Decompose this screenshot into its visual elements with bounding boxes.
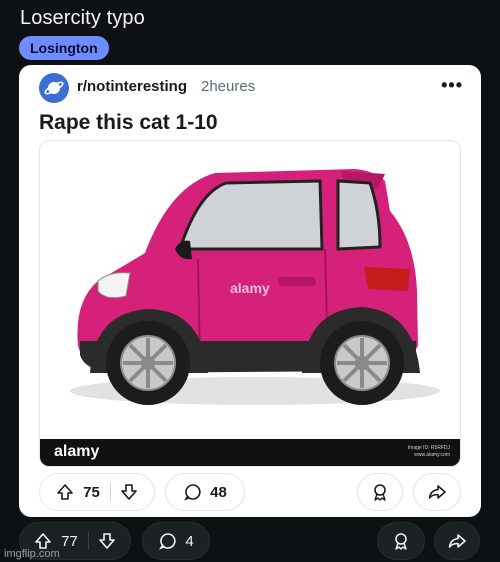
outer-vote-count: 77	[61, 532, 78, 550]
front-wheel	[106, 321, 190, 405]
center-watermark: alamy	[230, 280, 270, 296]
outer-share-icon	[447, 531, 467, 551]
rear-wheel	[320, 321, 404, 405]
post-time: 2heures	[201, 78, 256, 95]
outer-award-button[interactable]	[377, 522, 425, 560]
image-id-text: Image ID: R5RFDJ www.alamy.com	[408, 445, 450, 459]
planet-icon	[44, 81, 64, 95]
share-icon	[427, 482, 447, 502]
outer-comment-count: 4	[185, 532, 194, 550]
vote-divider	[109, 483, 111, 501]
subreddit-avatar[interactable]	[39, 73, 69, 103]
outer-downvote-icon[interactable]	[97, 531, 117, 551]
vote-group: 75	[39, 473, 155, 511]
outer-share-button[interactable]	[434, 522, 480, 560]
outer-comment-icon	[158, 531, 178, 551]
award-button[interactable]	[357, 473, 403, 511]
award-icon	[370, 482, 390, 502]
image-id: Image ID: R5RFDJ	[407, 445, 450, 451]
stock-logo: alamy	[54, 443, 100, 460]
outer-comments-button[interactable]: 4	[142, 522, 210, 560]
upvote-icon[interactable]	[55, 482, 75, 502]
more-options-button[interactable]: •••	[441, 75, 463, 96]
vote-count: 75	[83, 483, 100, 501]
outer-vote-divider	[87, 532, 89, 550]
share-button[interactable]	[413, 473, 461, 511]
pink-car-illustration: alamy	[70, 169, 440, 405]
post-title: Losercity typo	[20, 7, 145, 29]
subreddit-name[interactable]: r/notinteresting	[77, 78, 187, 95]
flair-badge[interactable]: Losington	[19, 36, 109, 60]
outer-award-icon	[391, 531, 411, 551]
comments-button[interactable]: 48	[165, 473, 245, 511]
image-url: www.alamy.com	[414, 452, 450, 458]
post-image[interactable]: alamy alamy Image ID: R5RFDJ www.alamy.c…	[39, 140, 461, 467]
imgflip-watermark: imgflip.com	[4, 548, 60, 560]
more-icon: •••	[441, 75, 463, 95]
downvote-icon[interactable]	[119, 482, 139, 502]
embedded-post-card[interactable]: r/notinteresting 2heures ••• Rape this c…	[19, 65, 481, 517]
comment-count: 48	[210, 483, 227, 501]
embedded-post-title: Rape this cat 1-10	[39, 111, 218, 134]
comment-icon	[183, 482, 203, 502]
stock-photo-bar: alamy Image ID: R5RFDJ www.alamy.com	[40, 439, 460, 466]
